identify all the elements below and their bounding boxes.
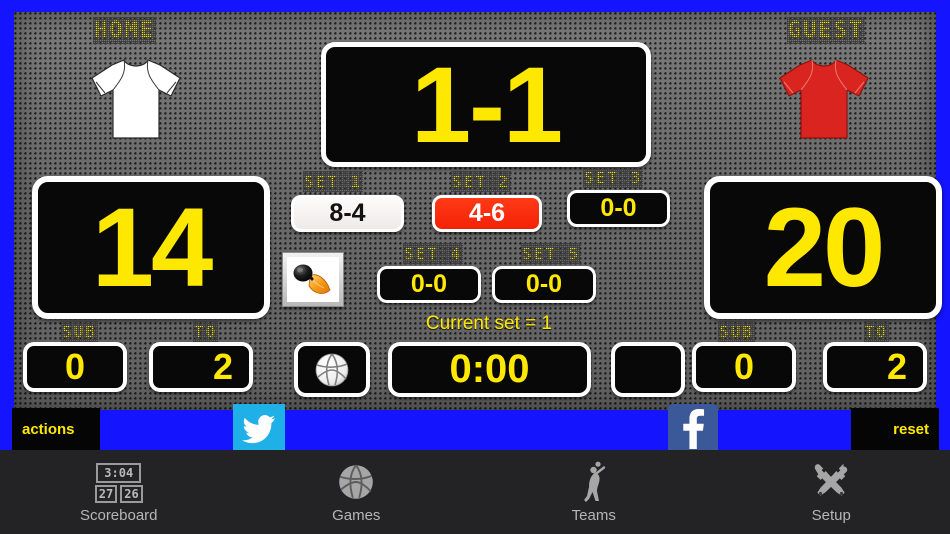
home-points-value: 14 <box>91 184 214 310</box>
set-4-label: SET 4 <box>402 243 464 264</box>
set-3-box[interactable]: 0-0 <box>567 190 670 227</box>
guest-to-box[interactable]: 2 <box>823 342 927 392</box>
serve-indicator-button[interactable] <box>294 342 370 397</box>
home-sub-box[interactable]: 0 <box>23 342 127 392</box>
set-2-score: 4-6 <box>468 199 506 227</box>
guest-jersey-icon[interactable] <box>774 52 874 147</box>
set-4-box[interactable]: 0-0 <box>377 266 481 303</box>
twitter-share-button[interactable] <box>233 404 285 454</box>
tab-setup-label: Setup <box>811 507 851 524</box>
tab-setup[interactable]: Setup <box>713 450 950 534</box>
home-to-value: 2 <box>212 346 233 387</box>
set-5-score: 0-0 <box>525 270 563 298</box>
current-set-text: Current set = 1 <box>425 313 553 334</box>
set-5-box[interactable]: 0-0 <box>492 266 596 303</box>
actions-button[interactable]: actions <box>12 408 100 450</box>
timer-panel[interactable]: 0:00 <box>388 342 591 397</box>
match-score-value: 1-1 <box>410 43 563 165</box>
timer-value: 0:00 <box>449 347 530 391</box>
actions-label: actions <box>22 420 75 438</box>
guest-points-value: 20 <box>763 184 886 310</box>
home-to-box[interactable]: 2 <box>149 342 253 392</box>
twitter-bird-icon <box>242 415 275 444</box>
set-4-score: 0-0 <box>410 270 448 298</box>
scoreboard-icon: 3:04 27 26 <box>94 461 143 503</box>
set-2-label: SET 2 <box>450 171 512 192</box>
home-sub-value: 0 <box>64 346 86 387</box>
scoreboard-icon-time: 3:04 <box>96 463 142 483</box>
set-1-box[interactable]: 8-4 <box>291 195 404 232</box>
guest-sub-value: 0 <box>733 346 755 387</box>
tab-teams[interactable]: Teams <box>475 450 713 534</box>
set-5-label: SET 5 <box>520 243 582 264</box>
scoreboard-panel: HOME GUEST 1-1 14 20 SET 1 8-4 SET 2 4-6… <box>14 12 942 410</box>
match-score-panel[interactable]: 1-1 <box>321 42 651 167</box>
home-team-label: HOME <box>93 17 156 44</box>
tab-scoreboard-label: Scoreboard <box>79 507 158 524</box>
set-3-label: SET 3 <box>582 167 644 188</box>
guest-to-value: 2 <box>886 346 907 387</box>
tools-icon <box>810 461 852 503</box>
tab-scoreboard[interactable]: 3:04 27 26 Scoreboard <box>0 450 238 534</box>
scoreboard-icon-home: 27 <box>94 485 118 503</box>
facebook-share-button[interactable] <box>668 404 718 454</box>
facebook-f-icon <box>683 409 705 449</box>
scoreboard-icon-guest: 26 <box>120 485 143 503</box>
air-horn-button[interactable] <box>282 252 344 307</box>
home-jersey-icon[interactable] <box>86 52 186 147</box>
guest-team-label: GUEST <box>786 17 866 44</box>
player-spike-icon <box>578 461 610 503</box>
reset-button[interactable]: reset <box>851 408 939 450</box>
blank-panel[interactable] <box>611 342 685 397</box>
set-1-score: 8-4 <box>329 199 366 227</box>
tab-games[interactable]: Games <box>238 450 476 534</box>
app-root: HOME GUEST 1-1 14 20 SET 1 8-4 SET 2 4-6… <box>0 0 950 534</box>
air-horn-icon <box>287 257 339 302</box>
guest-sub-box[interactable]: 0 <box>692 342 796 392</box>
home-points-panel[interactable]: 14 <box>32 176 270 319</box>
bottom-tab-bar: 3:04 27 26 Scoreboard Games Teams Setup <box>0 450 950 534</box>
reset-label: reset <box>893 420 929 438</box>
tab-games-label: Games <box>332 507 381 524</box>
set-3-score: 0-0 <box>600 194 637 222</box>
volleyball-icon <box>335 461 377 503</box>
set-2-box[interactable]: 4-6 <box>432 195 542 232</box>
set-1-label: SET 1 <box>302 171 364 192</box>
volleyball-icon <box>315 353 349 386</box>
tab-teams-label: Teams <box>571 507 616 524</box>
guest-points-panel[interactable]: 20 <box>704 176 942 319</box>
